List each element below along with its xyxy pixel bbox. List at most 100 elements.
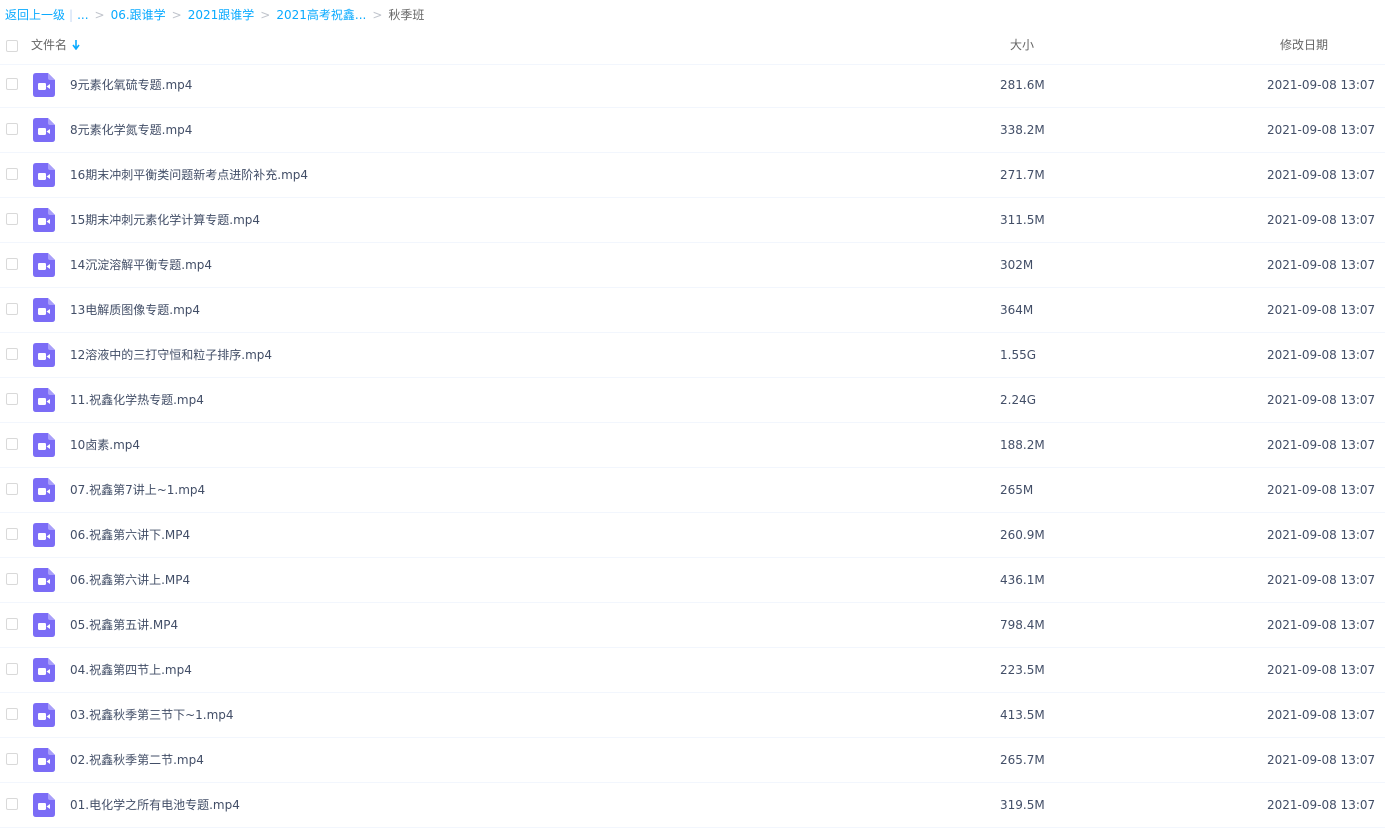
file-date: 2021-09-08 13:07 xyxy=(1267,348,1376,362)
file-name[interactable]: 06.祝鑫第六讲上.MP4 xyxy=(70,558,190,603)
row-checkbox[interactable] xyxy=(6,528,18,540)
column-header-name[interactable]: 文件名 xyxy=(31,30,80,61)
file-row[interactable]: 13电解质图像专题.mp4 364M 2021-09-08 13:07 xyxy=(0,288,1385,333)
file-name[interactable]: 10卤素.mp4 xyxy=(70,423,140,468)
file-row[interactable]: 9元素化氧硫专题.mp4 281.6M 2021-09-08 13:07 xyxy=(0,63,1385,108)
file-date: 2021-09-08 13:07 xyxy=(1267,663,1376,677)
back-link[interactable]: 返回上一级 xyxy=(5,8,65,22)
crumb-item[interactable]: 2021跟谁学 xyxy=(188,8,255,22)
row-checkbox[interactable] xyxy=(6,573,18,585)
file-name[interactable]: 01.电化学之所有电池专题.mp4 xyxy=(70,783,240,828)
file-name[interactable]: 06.祝鑫第六讲下.MP4 xyxy=(70,513,190,558)
file-row[interactable]: 07.祝鑫第7讲上~1.mp4 265M 2021-09-08 13:07 xyxy=(0,468,1385,513)
row-checkbox[interactable] xyxy=(6,753,18,765)
file-row[interactable]: 06.祝鑫第六讲下.MP4 260.9M 2021-09-08 13:07 xyxy=(0,513,1385,558)
row-checkbox[interactable] xyxy=(6,348,18,360)
file-name[interactable]: 14沉淀溶解平衡专题.mp4 xyxy=(70,243,212,288)
file-name[interactable]: 04.祝鑫第四节上.mp4 xyxy=(70,648,192,693)
file-date: 2021-09-08 13:07 xyxy=(1267,528,1376,542)
select-all-checkbox[interactable] xyxy=(6,40,18,52)
row-checkbox[interactable] xyxy=(6,213,18,225)
file-date: 2021-09-08 13:07 xyxy=(1267,708,1376,722)
file-size: 281.6M xyxy=(1000,78,1045,92)
video-file-icon xyxy=(33,748,55,772)
file-date: 2021-09-08 13:07 xyxy=(1267,483,1376,497)
file-name[interactable]: 8元素化学氮专题.mp4 xyxy=(70,108,192,153)
file-size: 265.7M xyxy=(1000,753,1045,767)
arrow-down-icon[interactable] xyxy=(72,31,80,61)
video-file-icon xyxy=(33,163,55,187)
file-name[interactable]: 15期末冲刺元素化学计算专题.mp4 xyxy=(70,198,260,243)
file-row[interactable]: 11.祝鑫化学热专题.mp4 2.24G 2021-09-08 13:07 xyxy=(0,378,1385,423)
file-size: 223.5M xyxy=(1000,663,1045,677)
file-date: 2021-09-08 13:07 xyxy=(1267,258,1376,272)
file-row[interactable]: 01.电化学之所有电池专题.mp4 319.5M 2021-09-08 13:0… xyxy=(0,783,1385,828)
row-checkbox[interactable] xyxy=(6,123,18,135)
file-name[interactable]: 02.祝鑫秋季第二节.mp4 xyxy=(70,738,204,783)
video-file-icon xyxy=(33,388,55,412)
file-row[interactable]: 14沉淀溶解平衡专题.mp4 302M 2021-09-08 13:07 xyxy=(0,243,1385,288)
row-checkbox[interactable] xyxy=(6,618,18,630)
row-checkbox[interactable] xyxy=(6,393,18,405)
file-name[interactable]: 9元素化氧硫专题.mp4 xyxy=(70,63,192,108)
file-name[interactable]: 12溶液中的三打守恒和粒子排序.mp4 xyxy=(70,333,272,378)
file-name[interactable]: 16期末冲刺平衡类问题新考点进阶补充.mp4 xyxy=(70,153,308,198)
file-row[interactable]: 8元素化学氮专题.mp4 338.2M 2021-09-08 13:07 xyxy=(0,108,1385,153)
file-name[interactable]: 13电解质图像专题.mp4 xyxy=(70,288,200,333)
file-row[interactable]: 04.祝鑫第四节上.mp4 223.5M 2021-09-08 13:07 xyxy=(0,648,1385,693)
video-file-icon xyxy=(33,568,55,592)
file-row[interactable]: 10卤素.mp4 188.2M 2021-09-08 13:07 xyxy=(0,423,1385,468)
file-row[interactable]: 03.祝鑫秋季第三节下~1.mp4 413.5M 2021-09-08 13:0… xyxy=(0,693,1385,738)
file-name[interactable]: 07.祝鑫第7讲上~1.mp4 xyxy=(70,468,205,513)
file-row[interactable]: 05.祝鑫第五讲.MP4 798.4M 2021-09-08 13:07 xyxy=(0,603,1385,648)
video-file-icon xyxy=(33,253,55,277)
crumb-item[interactable]: 06.跟谁学 xyxy=(111,8,166,22)
file-name[interactable]: 05.祝鑫第五讲.MP4 xyxy=(70,603,178,648)
file-name[interactable]: 11.祝鑫化学热专题.mp4 xyxy=(70,378,204,423)
row-checkbox[interactable] xyxy=(6,798,18,810)
file-date: 2021-09-08 13:07 xyxy=(1267,123,1376,137)
file-size: 319.5M xyxy=(1000,798,1045,812)
row-checkbox[interactable] xyxy=(6,258,18,270)
file-size: 188.2M xyxy=(1000,438,1045,452)
file-row[interactable]: 16期末冲刺平衡类问题新考点进阶补充.mp4 271.7M 2021-09-08… xyxy=(0,153,1385,198)
file-date: 2021-09-08 13:07 xyxy=(1267,168,1376,182)
row-checkbox[interactable] xyxy=(6,303,18,315)
row-checkbox[interactable] xyxy=(6,168,18,180)
row-checkbox[interactable] xyxy=(6,78,18,90)
file-size: 265M xyxy=(1000,483,1034,497)
row-checkbox[interactable] xyxy=(6,438,18,450)
row-checkbox[interactable] xyxy=(6,483,18,495)
file-size: 798.4M xyxy=(1000,618,1045,632)
video-file-icon xyxy=(33,118,55,142)
crumb-current: 秋季班 xyxy=(388,8,425,22)
crumb-ellipsis[interactable]: ... xyxy=(77,8,88,22)
file-size: 338.2M xyxy=(1000,123,1045,137)
column-header-name-label: 文件名 xyxy=(31,38,68,52)
file-date: 2021-09-08 13:07 xyxy=(1267,798,1376,812)
row-checkbox[interactable] xyxy=(6,708,18,720)
row-checkbox[interactable] xyxy=(6,663,18,675)
file-row[interactable]: 15期末冲刺元素化学计算专题.mp4 311.5M 2021-09-08 13:… xyxy=(0,198,1385,243)
file-size: 1.55G xyxy=(1000,348,1037,362)
video-file-icon xyxy=(33,613,55,637)
video-file-icon xyxy=(33,208,55,232)
column-header-date[interactable]: 修改日期 xyxy=(1280,30,1328,60)
file-date: 2021-09-08 13:07 xyxy=(1267,303,1376,317)
video-file-icon xyxy=(33,298,55,322)
file-row[interactable]: 12溶液中的三打守恒和粒子排序.mp4 1.55G 2021-09-08 13:… xyxy=(0,333,1385,378)
video-file-icon xyxy=(33,658,55,682)
file-date: 2021-09-08 13:07 xyxy=(1267,393,1376,407)
breadcrumb: 返回上一级 |... >06.跟谁学 >2021跟谁学 >2021高考祝鑫... > 秋季班 xyxy=(5,0,424,30)
crumb-separator: > xyxy=(260,8,271,22)
crumb-separator: > xyxy=(94,8,105,22)
file-name[interactable]: 03.祝鑫秋季第三节下~1.mp4 xyxy=(70,693,234,738)
video-file-icon xyxy=(33,478,55,502)
crumb-divider: | xyxy=(69,8,74,22)
file-row[interactable]: 06.祝鑫第六讲上.MP4 436.1M 2021-09-08 13:07 xyxy=(0,558,1385,603)
file-date: 2021-09-08 13:07 xyxy=(1267,213,1376,227)
file-row[interactable]: 02.祝鑫秋季第二节.mp4 265.7M 2021-09-08 13:07 xyxy=(0,738,1385,783)
column-header-size[interactable]: 大小 xyxy=(1010,30,1034,60)
video-file-icon xyxy=(33,73,55,97)
crumb-item[interactable]: 2021高考祝鑫... xyxy=(276,8,366,22)
